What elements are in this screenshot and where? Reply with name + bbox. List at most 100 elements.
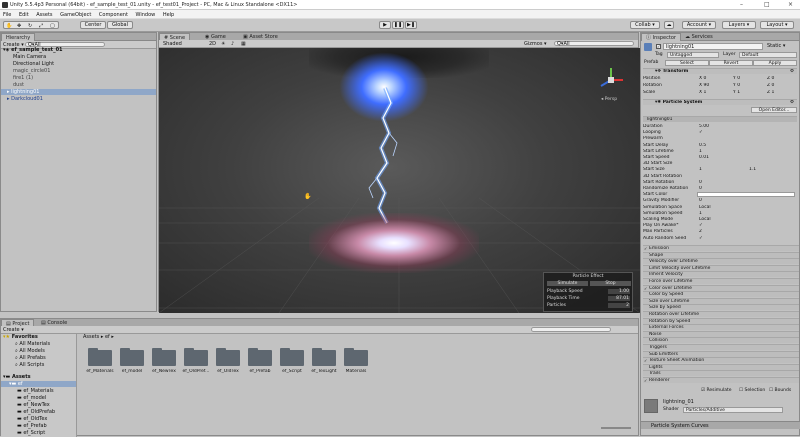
prefab-revert-button[interactable]: Revert: [709, 60, 753, 66]
particle-param-value[interactable]: [697, 161, 795, 166]
particle-param-value[interactable]: Local: [697, 205, 795, 210]
playback-time-field[interactable]: 87.01: [608, 296, 630, 301]
effects-toggle-icon[interactable]: ▦: [241, 41, 246, 47]
particle-module-row[interactable]: ✓ Color over Lifetime: [643, 284, 799, 291]
module-enable-checkbox[interactable]: ✓: [644, 378, 647, 383]
minimize-button[interactable]: –: [740, 1, 743, 8]
tree-item[interactable]: ▬ ef_Prefab: [1, 423, 76, 429]
open-editor-button[interactable]: Open Editor...: [751, 107, 797, 113]
menu-edit[interactable]: Edit: [16, 11, 32, 19]
transform-header[interactable]: ▾✥ Transform ⚙: [643, 68, 797, 74]
static-toggle[interactable]: Static ▾: [767, 43, 785, 49]
position-z[interactable]: Z 0: [767, 76, 797, 82]
particle-param-value[interactable]: 5.00: [697, 124, 795, 129]
particle-module-row[interactable]: Force over Lifetime: [643, 278, 799, 284]
particle-module-row[interactable]: Rotation by Speed: [643, 317, 799, 324]
hierarchy-item[interactable]: ▸ Darkcloud01: [1, 96, 156, 102]
particle-module-row[interactable]: Velocity over Lifetime: [643, 258, 799, 265]
tab-inspector[interactable]: ⓘ Inspector: [641, 33, 681, 41]
pivot-center-button[interactable]: Center: [80, 21, 106, 29]
particle-module-row[interactable]: Noise: [643, 330, 799, 337]
menu-window[interactable]: Window: [133, 11, 159, 19]
tag-dropdown[interactable]: Untagged: [667, 52, 719, 58]
selection-checkbox[interactable]: ☐ Selection: [739, 388, 765, 393]
particle-module-row[interactable]: ✓ Emission: [643, 245, 799, 251]
favorites-header[interactable]: ▾★ Favorites: [1, 334, 76, 340]
menu-gameobject[interactable]: GameObject: [57, 11, 94, 19]
particle-param-value[interactable]: 0: [697, 198, 795, 203]
step-button[interactable]: ▶❚: [405, 21, 417, 29]
tree-item[interactable]: ▬ ef_NewTex: [1, 402, 76, 408]
hierarchy-item[interactable]: Directional Light: [1, 61, 156, 67]
particle-module-row[interactable]: Inherit Velocity: [643, 271, 799, 278]
project-search-input[interactable]: [531, 327, 611, 332]
particle-module-row[interactable]: Size over Lifetime: [643, 297, 799, 304]
resimulate-checkbox[interactable]: ☑ Resimulate: [701, 388, 732, 393]
asset-folder[interactable]: [248, 348, 272, 366]
menu-file[interactable]: File: [0, 11, 14, 19]
particle-param-value[interactable]: [697, 174, 795, 179]
particle-param-value[interactable]: ✓: [697, 130, 795, 135]
component-settings-icon[interactable]: ⚙: [790, 69, 794, 74]
particle-system-header[interactable]: ▾✺ Particle System ⚙: [643, 99, 797, 105]
hierarchy-item[interactable]: fire1 (1): [1, 75, 156, 81]
play-button[interactable]: ▶: [379, 21, 391, 29]
pause-button[interactable]: ❚❚: [392, 21, 404, 29]
hierarchy-item[interactable]: magic_circle01: [1, 68, 156, 74]
module-enable-checkbox[interactable]: ✓: [644, 246, 647, 251]
scale-y[interactable]: Y 1: [733, 90, 763, 96]
zoom-slider[interactable]: [601, 427, 631, 429]
particle-module-row[interactable]: ✓ Renderer: [643, 377, 799, 383]
hierarchy-item-selected[interactable]: ▸ lightning01: [1, 89, 156, 95]
asset-folder[interactable]: [280, 348, 304, 366]
particle-module-row[interactable]: Lights: [643, 363, 799, 370]
particle-param-value[interactable]: 0.01: [697, 155, 795, 160]
asset-folder[interactable]: [216, 348, 240, 366]
lighting-toggle-icon[interactable]: ☀: [221, 41, 225, 47]
particle-module-row[interactable]: ✓ Texture Sheet Animation: [643, 357, 799, 364]
particle-param-value-max[interactable]: 1.1: [747, 167, 793, 172]
hierarchy-scene-row[interactable]: ▾◈ ef_sample_test_01: [1, 47, 156, 53]
position-y[interactable]: Y 0: [733, 76, 763, 82]
asset-folder[interactable]: [312, 348, 336, 366]
particle-param-value[interactable]: ✓: [697, 223, 795, 228]
module-enable-checkbox[interactable]: ✓: [644, 286, 647, 291]
cloud-button[interactable]: ☁: [664, 21, 674, 29]
tree-item[interactable]: ▬ ef_OldPrefab: [1, 409, 76, 415]
particle-module-row[interactable]: Triggers: [643, 344, 799, 350]
particle-param-value[interactable]: Local: [697, 217, 795, 222]
maximize-button[interactable]: □: [764, 1, 770, 8]
hierarchy-item[interactable]: dust: [1, 82, 156, 88]
hierarchy-item[interactable]: Main Camera: [1, 54, 156, 60]
active-checkbox[interactable]: ✓: [656, 44, 661, 49]
tree-item-selected[interactable]: ▾▬ ef: [1, 381, 76, 387]
layer-dropdown[interactable]: Default: [739, 52, 797, 58]
scale-tool-icon[interactable]: ⤢: [39, 23, 43, 28]
menu-assets[interactable]: Assets: [33, 11, 55, 19]
particle-param-value[interactable]: ✓: [697, 236, 795, 241]
perspective-label[interactable]: ◂ Persp: [601, 97, 617, 102]
stop-button[interactable]: Stop: [590, 281, 631, 286]
favorite-item[interactable]: ⌕ All Materials: [1, 341, 76, 347]
particle-param-value[interactable]: 2: [697, 229, 795, 234]
prefab-select-button[interactable]: Select: [665, 60, 709, 66]
particle-module-row[interactable]: External Forces: [643, 324, 799, 331]
pivot-global-button[interactable]: Global: [107, 21, 133, 29]
simulate-button[interactable]: Simulate: [547, 281, 588, 286]
tab-services[interactable]: ☁ Services: [681, 33, 717, 41]
asset-folder[interactable]: [152, 348, 176, 366]
particle-param-value[interactable]: 1: [697, 211, 795, 216]
collab-button[interactable]: Collab ▾: [630, 21, 660, 29]
particle-param-value[interactable]: 0.5: [697, 143, 795, 148]
asset-folder[interactable]: [344, 348, 368, 366]
audio-toggle-icon[interactable]: ♪: [231, 41, 234, 47]
particle-param-value[interactable]: [697, 192, 795, 198]
tree-item[interactable]: ▬ ef_OldTex: [1, 416, 76, 422]
object-name-field[interactable]: lightning01: [663, 43, 763, 50]
particle-module-row[interactable]: Sub Emitters: [643, 350, 799, 357]
rotation-z[interactable]: Z 0: [767, 83, 797, 89]
favorite-item[interactable]: ⌕ All Models: [1, 348, 76, 354]
scale-x[interactable]: X 1: [699, 90, 729, 96]
playback-speed-field[interactable]: 1.00: [608, 289, 630, 294]
scene-search-input[interactable]: Q▾All: [554, 41, 634, 47]
